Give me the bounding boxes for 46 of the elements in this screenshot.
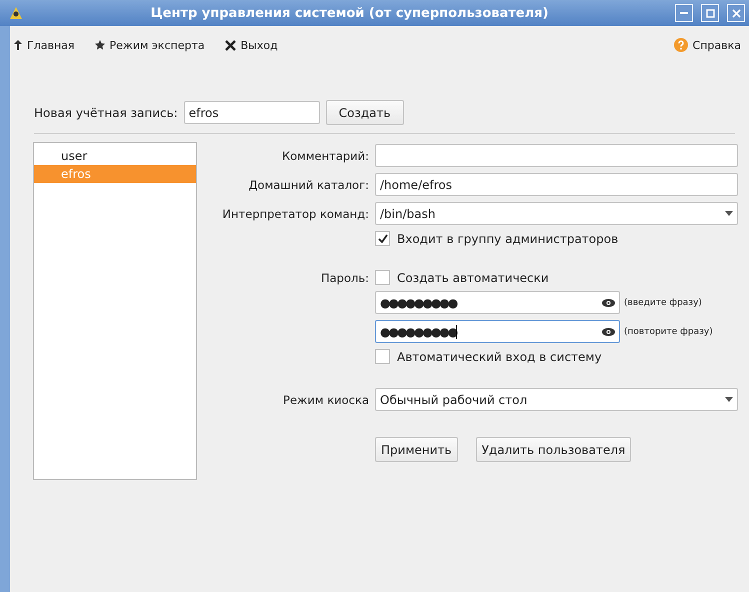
- dropdown-caret-icon: [725, 397, 733, 402]
- comment-field[interactable]: [375, 144, 738, 167]
- field-label: Комментарий:: [280, 148, 369, 162]
- shell-dropdown[interactable]: /bin/bash: [375, 202, 738, 225]
- checkbox[interactable]: [375, 349, 390, 364]
- toolbar-button[interactable]: Режим эксперта: [94, 38, 205, 52]
- checkbox-label: Создать автоматически: [397, 270, 549, 284]
- app-logo-icon: [8, 5, 24, 21]
- close-icon: [732, 8, 740, 18]
- close-button[interactable]: [727, 4, 745, 22]
- action-button[interactable]: Удалить пользователя: [476, 437, 632, 462]
- up-arrow-icon: [14, 40, 22, 50]
- window-title: Центр управления системой (от суперпользователя): [150, 6, 550, 20]
- field-label: Новая учётная запись:: [34, 106, 178, 120]
- toolbar-button[interactable]: Выход: [224, 38, 278, 52]
- checkbox-label: Автоматический вход в систему: [397, 350, 602, 364]
- checkbox[interactable]: [375, 231, 390, 246]
- maximize-button[interactable]: [701, 4, 719, 22]
- maximize-icon: [706, 8, 714, 18]
- star-icon: [94, 40, 105, 50]
- field-label: Пароль:: [320, 270, 369, 284]
- create-button[interactable]: Создать: [326, 100, 404, 125]
- eye-icon[interactable]: [602, 298, 615, 306]
- cross-icon: [224, 40, 236, 50]
- dropdown-caret-icon: [725, 211, 733, 216]
- home-directory-field[interactable]: /home/efros: [375, 173, 738, 196]
- help-icon: [674, 38, 688, 52]
- hint-text: (повторите фразу): [624, 326, 714, 336]
- field-label: Режим киоска: [282, 392, 369, 406]
- checkbox-label: Входит в группу администраторов: [397, 232, 618, 246]
- user-list-item[interactable]: user: [34, 147, 196, 165]
- action-button[interactable]: Применить: [375, 437, 458, 462]
- minimize-button[interactable]: [675, 4, 693, 22]
- toolbar-button[interactable]: Главная: [14, 38, 75, 52]
- hint-text: (введите фразу): [624, 298, 703, 308]
- checkmark-icon: [378, 234, 388, 243]
- account-name-field[interactable]: efros: [184, 101, 320, 124]
- help-button[interactable]: Справка: [674, 38, 741, 52]
- password-field[interactable]: ●●●●●●●●●: [375, 320, 620, 343]
- minimize-icon: [680, 12, 688, 14]
- field-label: Домашний каталог:: [248, 178, 369, 192]
- password-field[interactable]: ●●●●●●●●●: [375, 291, 620, 314]
- checkbox[interactable]: [375, 270, 390, 285]
- kiosk-mode-dropdown[interactable]: Обычный рабочий стол: [375, 388, 738, 411]
- eye-icon[interactable]: [602, 328, 615, 336]
- field-label: Интерпретатор команд:: [221, 206, 369, 220]
